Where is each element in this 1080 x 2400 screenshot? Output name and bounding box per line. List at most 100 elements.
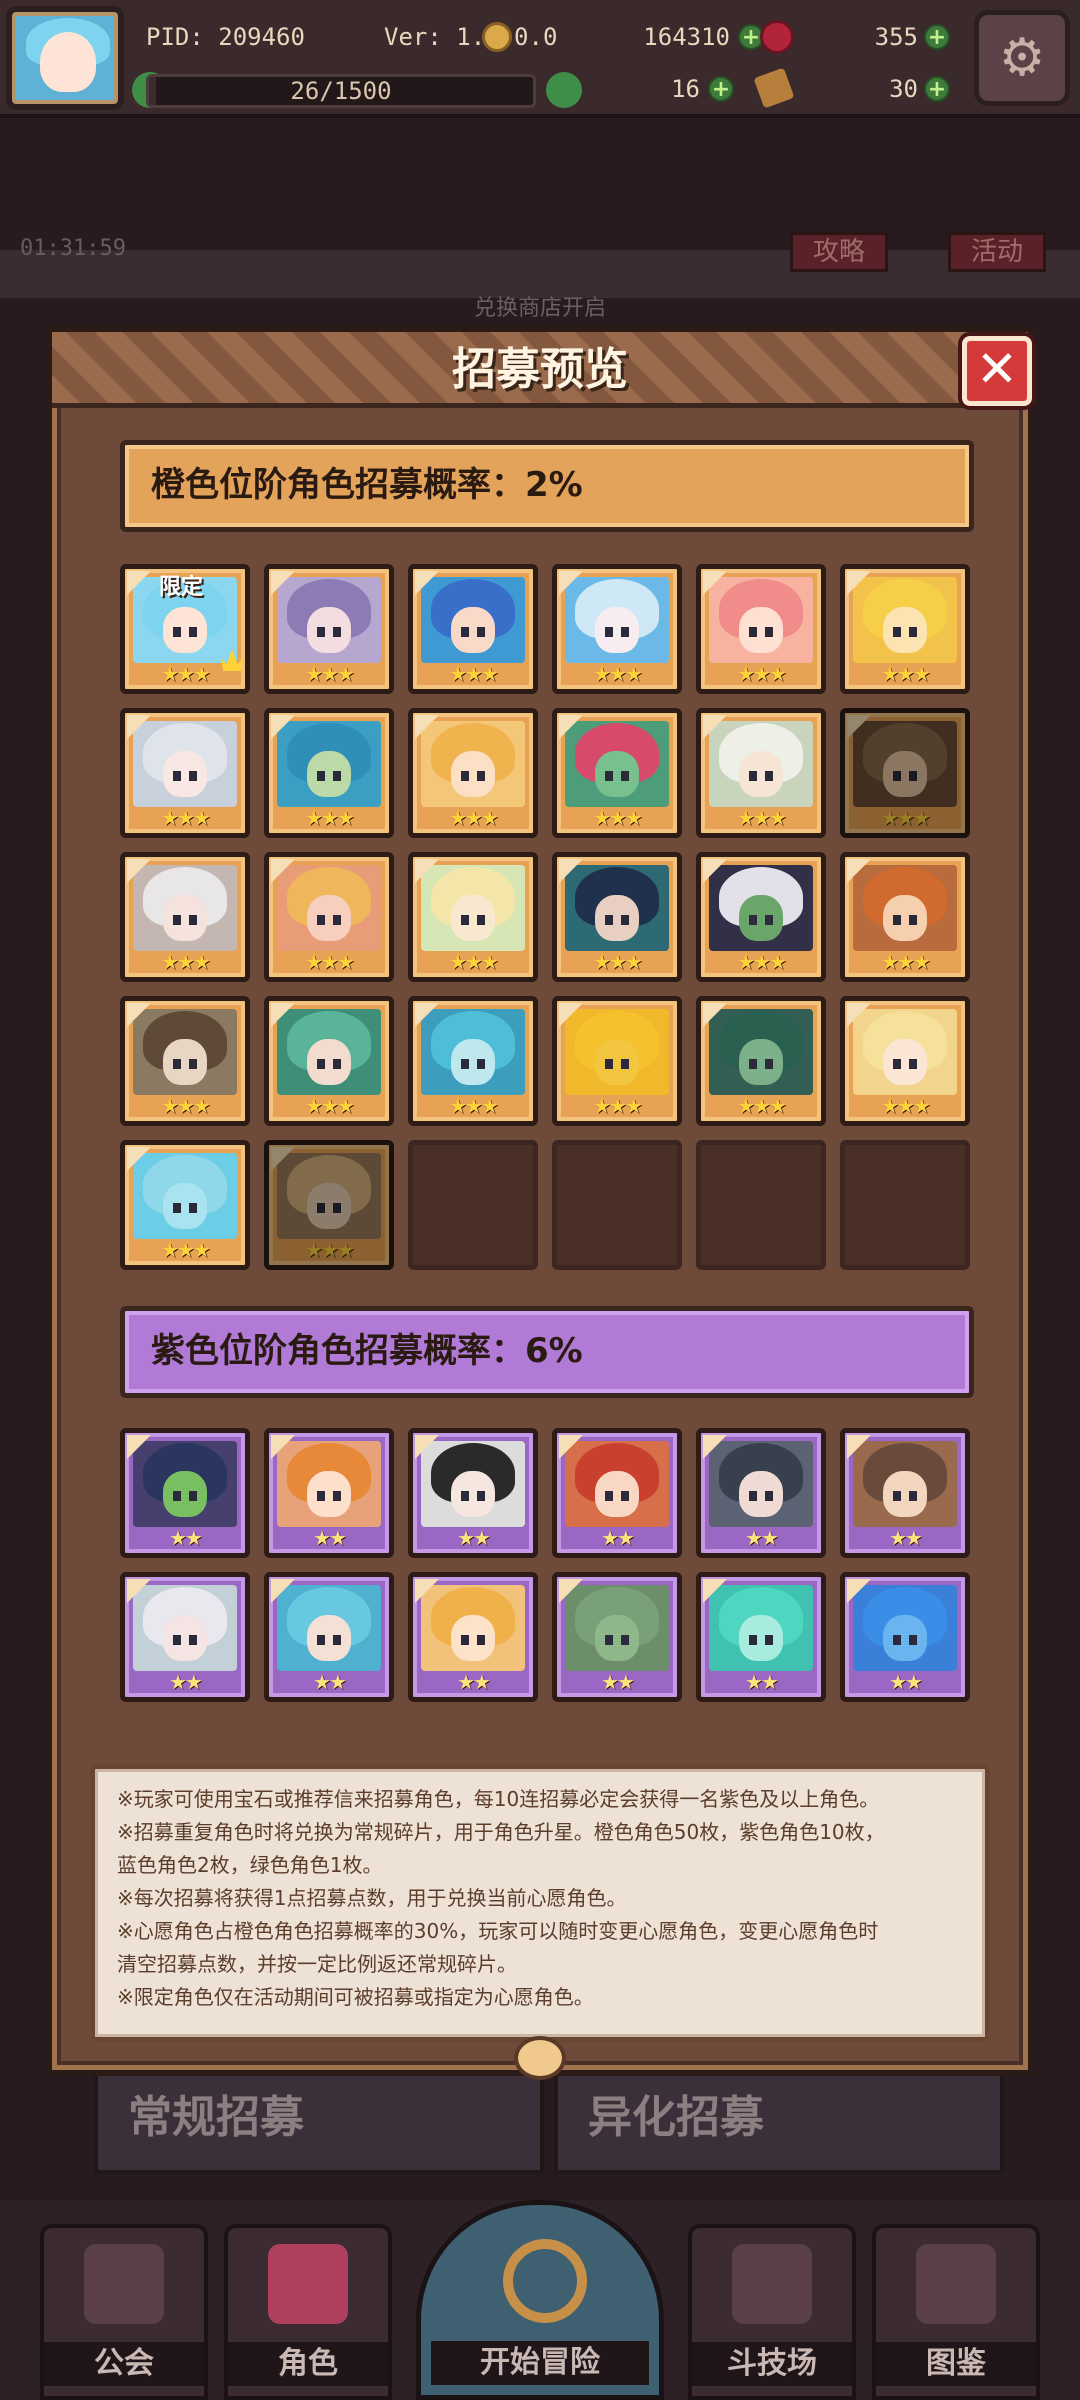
character-eye [765, 1635, 773, 1645]
orange-character-card[interactable]: ★★★ [552, 852, 682, 982]
nav-codex[interactable]: 图鉴 [872, 2224, 1040, 2400]
purple-character-card[interactable]: ★★ [408, 1572, 538, 1702]
orange-character-card[interactable]: ★★★ [840, 996, 970, 1126]
orange-character-card[interactable]: ★★★ [264, 852, 394, 982]
character-eye [317, 627, 325, 637]
avatar-face [40, 32, 96, 92]
character-eye [621, 915, 629, 925]
orange-character-card[interactable]: ★★★ [552, 708, 682, 838]
character-eye [189, 1491, 197, 1501]
orange-character-card[interactable]: ★★★ [120, 1140, 250, 1270]
character-face [163, 607, 207, 653]
orange-character-card[interactable]: ★★★ [120, 996, 250, 1126]
orange-character-card[interactable]: ★★★ [264, 564, 394, 694]
character-eye [477, 915, 485, 925]
orange-character-card[interactable]: ★★★ [840, 708, 970, 838]
character-eye [477, 1059, 485, 1069]
character-eye [765, 1059, 773, 1069]
purple-character-card[interactable]: ★★ [264, 1572, 394, 1702]
purple-character-card[interactable]: ★★ [552, 1572, 682, 1702]
nav-label: 角色 [228, 2342, 388, 2386]
purple-character-card[interactable]: ★★ [264, 1428, 394, 1558]
purple-character-card[interactable]: ★★ [696, 1572, 826, 1702]
orange-character-card[interactable]: ★★★ [264, 996, 394, 1126]
orange-character-card[interactable]: ★★★ [408, 564, 538, 694]
clover-icon [546, 72, 582, 108]
event-tag: 活动 [948, 232, 1047, 272]
orange-character-card[interactable]: ★★★ [264, 1140, 394, 1270]
orange-character-card[interactable]: ★★★ [408, 708, 538, 838]
purple-character-card[interactable]: ★★ [696, 1428, 826, 1558]
star-rating: ★★ [745, 1526, 779, 1550]
orange-character-card[interactable]: ★★★ [840, 564, 970, 694]
character-face [595, 751, 639, 797]
empty-slot [696, 1140, 826, 1270]
nav-start-adventure[interactable]: 开始冒险 [416, 2200, 664, 2400]
nav-arena[interactable]: 斗技场 [688, 2224, 856, 2400]
character-face [163, 1615, 207, 1661]
purple-character-card[interactable]: ★★ [840, 1428, 970, 1558]
nav-character[interactable]: 角色 [224, 2224, 392, 2400]
character-eye [749, 915, 757, 925]
character-portrait [421, 1009, 525, 1095]
limited-badge: 限定 [159, 575, 204, 600]
orange-character-card[interactable]: ★★★ [696, 708, 826, 838]
orange-character-card[interactable]: ★★★ [120, 852, 250, 982]
character-face [739, 1039, 783, 1085]
character-eye [317, 1635, 325, 1645]
character-eye [765, 915, 773, 925]
orange-character-card[interactable]: ★★★ [552, 564, 682, 694]
character-portrait [421, 721, 525, 807]
character-face [739, 1615, 783, 1661]
star-rating: ★★★ [305, 806, 355, 830]
settings-button[interactable]: ⚙ [974, 10, 1070, 106]
orange-character-card[interactable]: ★★★ [264, 708, 394, 838]
character-portrait [565, 577, 669, 663]
purple-character-card[interactable]: ★★ [840, 1572, 970, 1702]
purple-character-card[interactable]: ★★ [120, 1572, 250, 1702]
character-icon [268, 2244, 348, 2324]
orange-character-card[interactable]: ★★★ [696, 996, 826, 1126]
rule-note-line: ※心愿角色占橙色角色招募概率的30%，玩家可以随时变更心愿角色，变更心愿角色时 [117, 1919, 879, 1943]
character-eye [477, 1491, 485, 1501]
character-eye [189, 627, 197, 637]
purple-character-card[interactable]: ★★ [120, 1428, 250, 1558]
character-eye [909, 1059, 917, 1069]
character-eye [317, 915, 325, 925]
purple-character-card[interactable]: ★★ [552, 1428, 682, 1558]
orange-tier-banner: 橙色位阶角色招募概率：2% [120, 440, 974, 532]
character-portrait [277, 1009, 381, 1095]
empty-slot [552, 1140, 682, 1270]
letter-icon [753, 67, 795, 109]
character-face [595, 1615, 639, 1661]
rule-note-line: ※招募重复角色时将兑换为常规碎片，用于角色升星。橙色角色50枚，紫色角色10枚， [117, 1820, 885, 1844]
star-rating: ★★ [889, 1670, 923, 1694]
character-eye [173, 915, 181, 925]
orange-character-card[interactable]: ★★★ [552, 996, 682, 1126]
orange-character-card[interactable]: ★★★ [696, 564, 826, 694]
star-rating: ★★★ [737, 950, 787, 974]
purple-character-card[interactable]: ★★ [408, 1428, 538, 1558]
orange-character-card[interactable]: ★★★ [408, 852, 538, 982]
character-face [595, 895, 639, 941]
character-portrait [709, 1441, 813, 1527]
star-rating: ★★★ [881, 1094, 931, 1118]
character-eye [189, 1059, 197, 1069]
character-eye [909, 915, 917, 925]
orange-character-card[interactable]: ★★★ [120, 708, 250, 838]
character-eye [477, 771, 485, 781]
close-button[interactable]: ✕ [962, 336, 1032, 406]
recruit-rules-notes: ※玩家可使用宝石或推荐信来招募角色，每10连招募必定会获得一名紫色及以上角色。 ※… [90, 1764, 990, 2042]
character-face [883, 895, 927, 941]
orange-character-card[interactable]: ★★★ [408, 996, 538, 1126]
orange-character-card[interactable]: ★★★ 限定 [120, 564, 250, 694]
orange-character-card[interactable]: ★★★ [840, 852, 970, 982]
add-gems-button[interactable]: + [924, 24, 950, 50]
player-avatar[interactable] [6, 6, 124, 110]
gem-count: 355 [874, 23, 918, 51]
add-letter-button[interactable]: + [924, 76, 950, 102]
add-clover-button[interactable]: + [708, 76, 734, 102]
orange-character-card[interactable]: ★★★ [696, 852, 826, 982]
nav-guild[interactable]: 公会 [40, 2224, 208, 2400]
star-rating: ★★ [745, 1670, 779, 1694]
